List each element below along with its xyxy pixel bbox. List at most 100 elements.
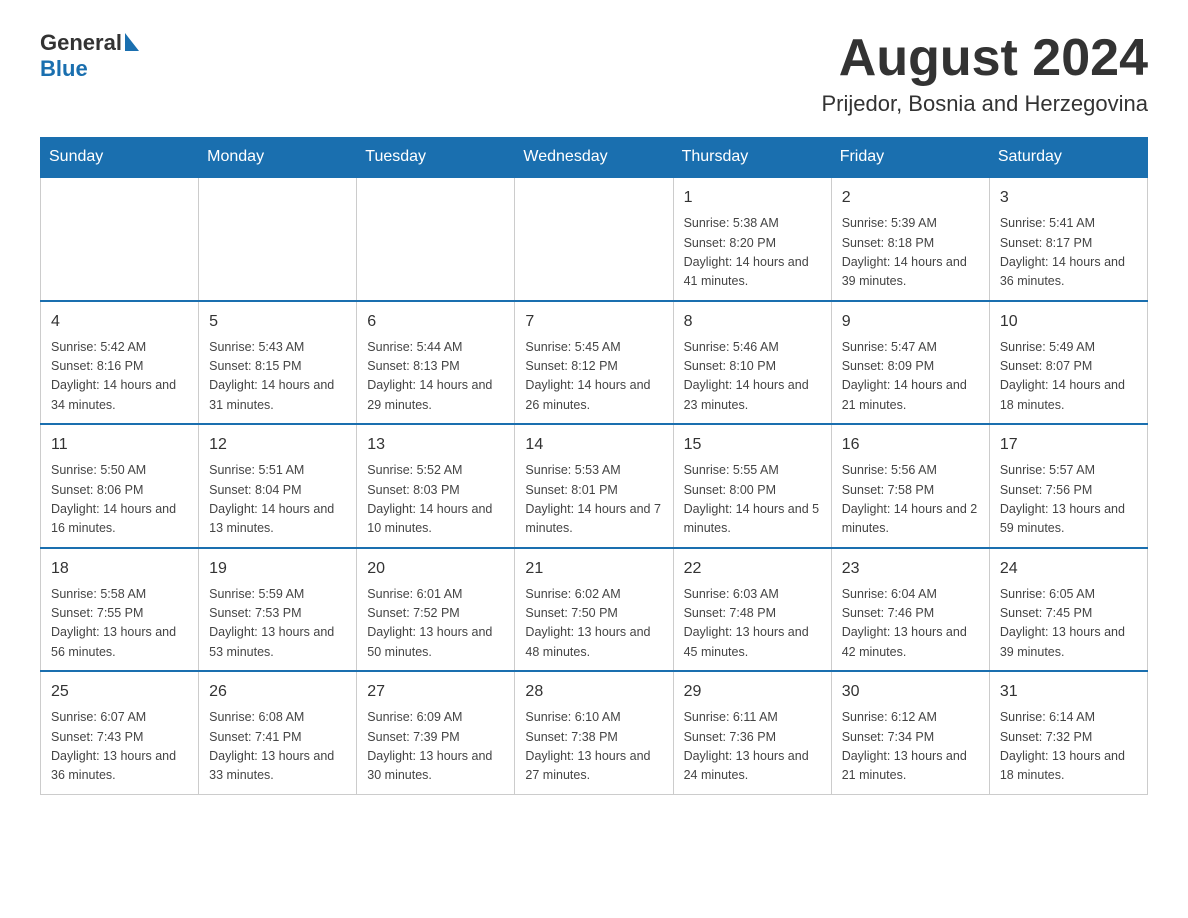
day-info: Sunrise: 5:39 AM Sunset: 8:18 PM Dayligh… [842, 214, 979, 292]
day-number: 25 [51, 680, 188, 704]
calendar-cell: 12 Sunrise: 5:51 AM Sunset: 8:04 PM Dayli… [199, 424, 357, 548]
day-number: 20 [367, 557, 504, 581]
day-info: Sunrise: 5:47 AM Sunset: 8:09 PM Dayligh… [842, 338, 979, 416]
day-number: 21 [525, 557, 662, 581]
calendar-cell: 25Sunrise: 6:07 AM Sunset: 7:43 PM Dayli… [41, 671, 199, 794]
calendar-header-tuesday: Tuesday [357, 138, 515, 178]
day-info: Sunrise: 5:38 AM Sunset: 8:20 PM Dayligh… [684, 214, 821, 292]
day-number: 19 [209, 557, 346, 581]
day-number: 12 [209, 433, 346, 457]
day-number: 8 [684, 310, 821, 334]
day-number: 28 [525, 680, 662, 704]
calendar-cell: 9 Sunrise: 5:47 AM Sunset: 8:09 PM Daylig… [831, 301, 989, 425]
calendar-cell: 14 Sunrise: 5:53 AM Sunset: 8:01 PM Dayli… [515, 424, 673, 548]
day-info: Sunrise: 5:55 AM Sunset: 8:00 PM Dayligh… [684, 461, 821, 539]
day-info: Sunrise: 5:45 AM Sunset: 8:12 PM Dayligh… [525, 338, 662, 416]
logo: General Blue [40, 30, 139, 82]
calendar-header-friday: Friday [831, 138, 989, 178]
calendar-header-saturday: Saturday [989, 138, 1147, 178]
calendar-cell: 5 Sunrise: 5:43 AM Sunset: 8:15 PM Daylig… [199, 301, 357, 425]
calendar-cell: 16Sunrise: 5:56 AM Sunset: 7:58 PM Dayli… [831, 424, 989, 548]
calendar-header-thursday: Thursday [673, 138, 831, 178]
day-number: 15 [684, 433, 821, 457]
calendar-cell: 3 Sunrise: 5:41 AM Sunset: 8:17 PM Daylig… [989, 177, 1147, 301]
calendar-cell: 18 Sunrise: 5:58 AM Sunset: 7:55 PM Dayli… [41, 548, 199, 672]
day-info: Sunrise: 5:58 AM Sunset: 7:55 PM Dayligh… [51, 585, 188, 663]
calendar-header-monday: Monday [199, 138, 357, 178]
day-info: Sunrise: 6:04 AM Sunset: 7:46 PM Dayligh… [842, 585, 979, 663]
day-number: 3 [1000, 186, 1137, 210]
calendar-cell: 31 Sunrise: 6:14 AM Sunset: 7:32 PM Dayli… [989, 671, 1147, 794]
day-number: 13 [367, 433, 504, 457]
day-number: 2 [842, 186, 979, 210]
day-number: 10 [1000, 310, 1137, 334]
day-number: 22 [684, 557, 821, 581]
calendar-cell: 15 Sunrise: 5:55 AM Sunset: 8:00 PM Dayli… [673, 424, 831, 548]
calendar-week-row: 11 Sunrise: 5:50 AM Sunset: 8:06 PM Dayli… [41, 424, 1148, 548]
day-info: Sunrise: 6:09 AM Sunset: 7:39 PM Dayligh… [367, 708, 504, 786]
day-info: Sunrise: 5:42 AM Sunset: 8:16 PM Dayligh… [51, 338, 188, 416]
day-info: Sunrise: 5:51 AM Sunset: 8:04 PM Dayligh… [209, 461, 346, 539]
calendar-cell: 26 Sunrise: 6:08 AM Sunset: 7:41 PM Dayli… [199, 671, 357, 794]
day-number: 4 [51, 310, 188, 334]
logo-blue-text: Blue [40, 56, 88, 82]
calendar-cell [41, 177, 199, 301]
day-number: 31 [1000, 680, 1137, 704]
calendar-cell: 8 Sunrise: 5:46 AM Sunset: 8:10 PM Daylig… [673, 301, 831, 425]
day-number: 9 [842, 310, 979, 334]
day-number: 6 [367, 310, 504, 334]
day-info: Sunrise: 5:46 AM Sunset: 8:10 PM Dayligh… [684, 338, 821, 416]
day-info: Sunrise: 6:14 AM Sunset: 7:32 PM Dayligh… [1000, 708, 1137, 786]
calendar-cell: 6 Sunrise: 5:44 AM Sunset: 8:13 PM Daylig… [357, 301, 515, 425]
day-info: Sunrise: 5:43 AM Sunset: 8:15 PM Dayligh… [209, 338, 346, 416]
calendar-cell: 10 Sunrise: 5:49 AM Sunset: 8:07 PM Dayli… [989, 301, 1147, 425]
calendar-cell [515, 177, 673, 301]
day-number: 18 [51, 557, 188, 581]
day-info: Sunrise: 5:41 AM Sunset: 8:17 PM Dayligh… [1000, 214, 1137, 292]
day-info: Sunrise: 5:44 AM Sunset: 8:13 PM Dayligh… [367, 338, 504, 416]
calendar-header-sunday: Sunday [41, 138, 199, 178]
month-title: August 2024 [821, 30, 1148, 87]
day-number: 11 [51, 433, 188, 457]
calendar-cell: 2 Sunrise: 5:39 AM Sunset: 8:18 PM Daylig… [831, 177, 989, 301]
day-info: Sunrise: 5:49 AM Sunset: 8:07 PM Dayligh… [1000, 338, 1137, 416]
day-number: 26 [209, 680, 346, 704]
day-info: Sunrise: 6:12 AM Sunset: 7:34 PM Dayligh… [842, 708, 979, 786]
calendar-week-row: 25Sunrise: 6:07 AM Sunset: 7:43 PM Dayli… [41, 671, 1148, 794]
calendar-table: SundayMondayTuesdayWednesdayThursdayFrid… [40, 137, 1148, 795]
calendar-cell: 29Sunrise: 6:11 AM Sunset: 7:36 PM Dayli… [673, 671, 831, 794]
calendar-header-row: SundayMondayTuesdayWednesdayThursdayFrid… [41, 138, 1148, 178]
day-number: 14 [525, 433, 662, 457]
calendar-cell: 24 Sunrise: 6:05 AM Sunset: 7:45 PM Dayli… [989, 548, 1147, 672]
calendar-cell: 21 Sunrise: 6:02 AM Sunset: 7:50 PM Dayli… [515, 548, 673, 672]
logo-arrow-icon [125, 33, 139, 51]
logo-general-text: General [40, 30, 122, 56]
day-info: Sunrise: 6:03 AM Sunset: 7:48 PM Dayligh… [684, 585, 821, 663]
day-number: 1 [684, 186, 821, 210]
calendar-week-row: 4 Sunrise: 5:42 AM Sunset: 8:16 PM Daylig… [41, 301, 1148, 425]
calendar-cell: 28Sunrise: 6:10 AM Sunset: 7:38 PM Dayli… [515, 671, 673, 794]
calendar-cell: 30Sunrise: 6:12 AM Sunset: 7:34 PM Dayli… [831, 671, 989, 794]
calendar-cell [199, 177, 357, 301]
day-number: 24 [1000, 557, 1137, 581]
calendar-cell: 27Sunrise: 6:09 AM Sunset: 7:39 PM Dayli… [357, 671, 515, 794]
day-info: Sunrise: 6:08 AM Sunset: 7:41 PM Dayligh… [209, 708, 346, 786]
calendar-cell: 22 Sunrise: 6:03 AM Sunset: 7:48 PM Dayli… [673, 548, 831, 672]
day-info: Sunrise: 6:11 AM Sunset: 7:36 PM Dayligh… [684, 708, 821, 786]
day-info: Sunrise: 6:05 AM Sunset: 7:45 PM Dayligh… [1000, 585, 1137, 663]
day-number: 5 [209, 310, 346, 334]
calendar-cell: 23 Sunrise: 6:04 AM Sunset: 7:46 PM Dayli… [831, 548, 989, 672]
day-info: Sunrise: 5:56 AM Sunset: 7:58 PM Dayligh… [842, 461, 979, 539]
day-info: Sunrise: 5:52 AM Sunset: 8:03 PM Dayligh… [367, 461, 504, 539]
calendar-cell: 7 Sunrise: 5:45 AM Sunset: 8:12 PM Daylig… [515, 301, 673, 425]
day-info: Sunrise: 5:53 AM Sunset: 8:01 PM Dayligh… [525, 461, 662, 539]
calendar-cell: 17Sunrise: 5:57 AM Sunset: 7:56 PM Dayli… [989, 424, 1147, 548]
day-info: Sunrise: 6:02 AM Sunset: 7:50 PM Dayligh… [525, 585, 662, 663]
calendar-week-row: 1 Sunrise: 5:38 AM Sunset: 8:20 PM Daylig… [41, 177, 1148, 301]
day-info: Sunrise: 5:50 AM Sunset: 8:06 PM Dayligh… [51, 461, 188, 539]
day-number: 23 [842, 557, 979, 581]
calendar-cell: 20Sunrise: 6:01 AM Sunset: 7:52 PM Dayli… [357, 548, 515, 672]
day-info: Sunrise: 5:59 AM Sunset: 7:53 PM Dayligh… [209, 585, 346, 663]
calendar-cell: 11 Sunrise: 5:50 AM Sunset: 8:06 PM Dayli… [41, 424, 199, 548]
day-number: 7 [525, 310, 662, 334]
